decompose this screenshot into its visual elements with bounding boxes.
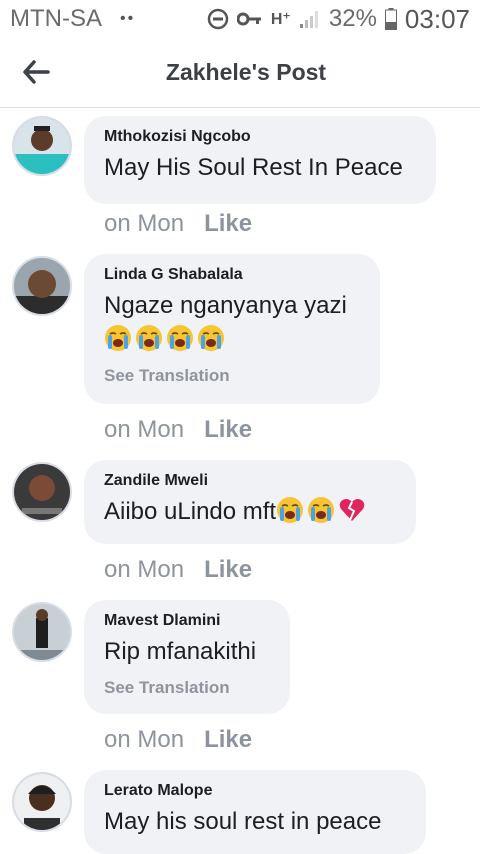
like-button[interactable]: Like — [204, 556, 252, 584]
battery-icon — [384, 8, 397, 30]
comment-bubble[interactable]: Mthokozisi Ngcobo May His Soul Rest In P… — [84, 116, 436, 204]
like-button[interactable]: Like — [204, 416, 252, 444]
see-translation-link[interactable]: See Translation — [104, 366, 360, 386]
comment-author[interactable]: Linda G Shabalala — [104, 266, 360, 284]
comment-author[interactable]: Lerato Malope — [104, 782, 406, 800]
loudly-crying-face-emoji — [105, 325, 131, 351]
arrow-left-icon — [23, 60, 50, 84]
notification-dots: •• — [120, 10, 136, 27]
vpn-key-icon — [236, 11, 263, 27]
post-header: Zakhele's Post — [0, 38, 480, 108]
battery-percent: 32% — [328, 5, 377, 32]
comment-actions: on Mon Like — [104, 726, 252, 754]
comment-actions: on Mon Like — [104, 210, 252, 238]
comment-bubble[interactable]: Zandile Mweli Aiibo uLindo mft — [84, 460, 416, 544]
status-bar: MTN-SA •• H⁺ 32% 03:07 — [0, 0, 480, 38]
loudly-crying-face-emoji — [198, 325, 224, 351]
loudly-crying-face-emoji — [308, 497, 335, 523]
back-button[interactable] — [18, 54, 54, 90]
see-translation-link[interactable]: See Translation — [104, 678, 270, 698]
avatar[interactable] — [12, 462, 72, 522]
comment-actions: on Mon Like — [104, 416, 252, 444]
avatar[interactable] — [12, 602, 72, 662]
comment-text: Ngaze nganyanya yazi — [104, 292, 347, 319]
loudly-crying-face-emoji — [136, 325, 162, 351]
comment-time[interactable]: on Mon — [104, 210, 184, 238]
avatar[interactable] — [12, 256, 72, 316]
comment-text: May his soul rest in peace — [104, 808, 382, 835]
comment-time[interactable]: on Mon — [104, 726, 184, 754]
comment-text: Aiibo uLindo mft — [104, 498, 277, 525]
broken-heart-emoji — [339, 499, 365, 521]
loudly-crying-face-emoji — [277, 497, 304, 523]
comment-text-line: Aiibo uLindo mft — [104, 496, 396, 528]
page-title: Zakhele's Post — [165, 59, 327, 85]
comment-bubble[interactable]: Mavest Dlamini Rip mfanakithi See Transl… — [84, 600, 290, 714]
clock: 03:07 — [404, 3, 470, 34]
comment-actions: on Mon Like — [104, 556, 252, 584]
comment-text: Rip mfanakithi — [104, 638, 257, 665]
network-type: H⁺ — [270, 11, 291, 28]
do-not-disturb-icon — [207, 8, 229, 30]
carrier-name: MTN-SA — [10, 5, 102, 32]
comment-author[interactable]: Mthokozisi Ngcobo — [104, 128, 416, 146]
emoji-row — [104, 324, 360, 356]
comment-time[interactable]: on Mon — [104, 416, 184, 444]
avatar[interactable] — [12, 116, 72, 176]
comment-bubble[interactable]: Lerato Malope May his soul rest in peace — [84, 770, 426, 854]
comment-text-line: Ngaze nganyanya yazi — [104, 290, 360, 322]
signal-icon — [299, 9, 321, 29]
comment-author[interactable]: Mavest Dlamini — [104, 612, 270, 630]
comment-bubble[interactable]: Linda G Shabalala Ngaze nganyanya yazi S… — [84, 254, 380, 404]
like-button[interactable]: Like — [204, 210, 252, 238]
avatar[interactable] — [12, 772, 72, 832]
loudly-crying-face-emoji — [167, 325, 193, 351]
like-button[interactable]: Like — [204, 726, 252, 754]
comment-author[interactable]: Zandile Mweli — [104, 472, 396, 490]
comment-text: May His Soul Rest In Peace — [104, 154, 403, 181]
comment-time[interactable]: on Mon — [104, 556, 184, 584]
